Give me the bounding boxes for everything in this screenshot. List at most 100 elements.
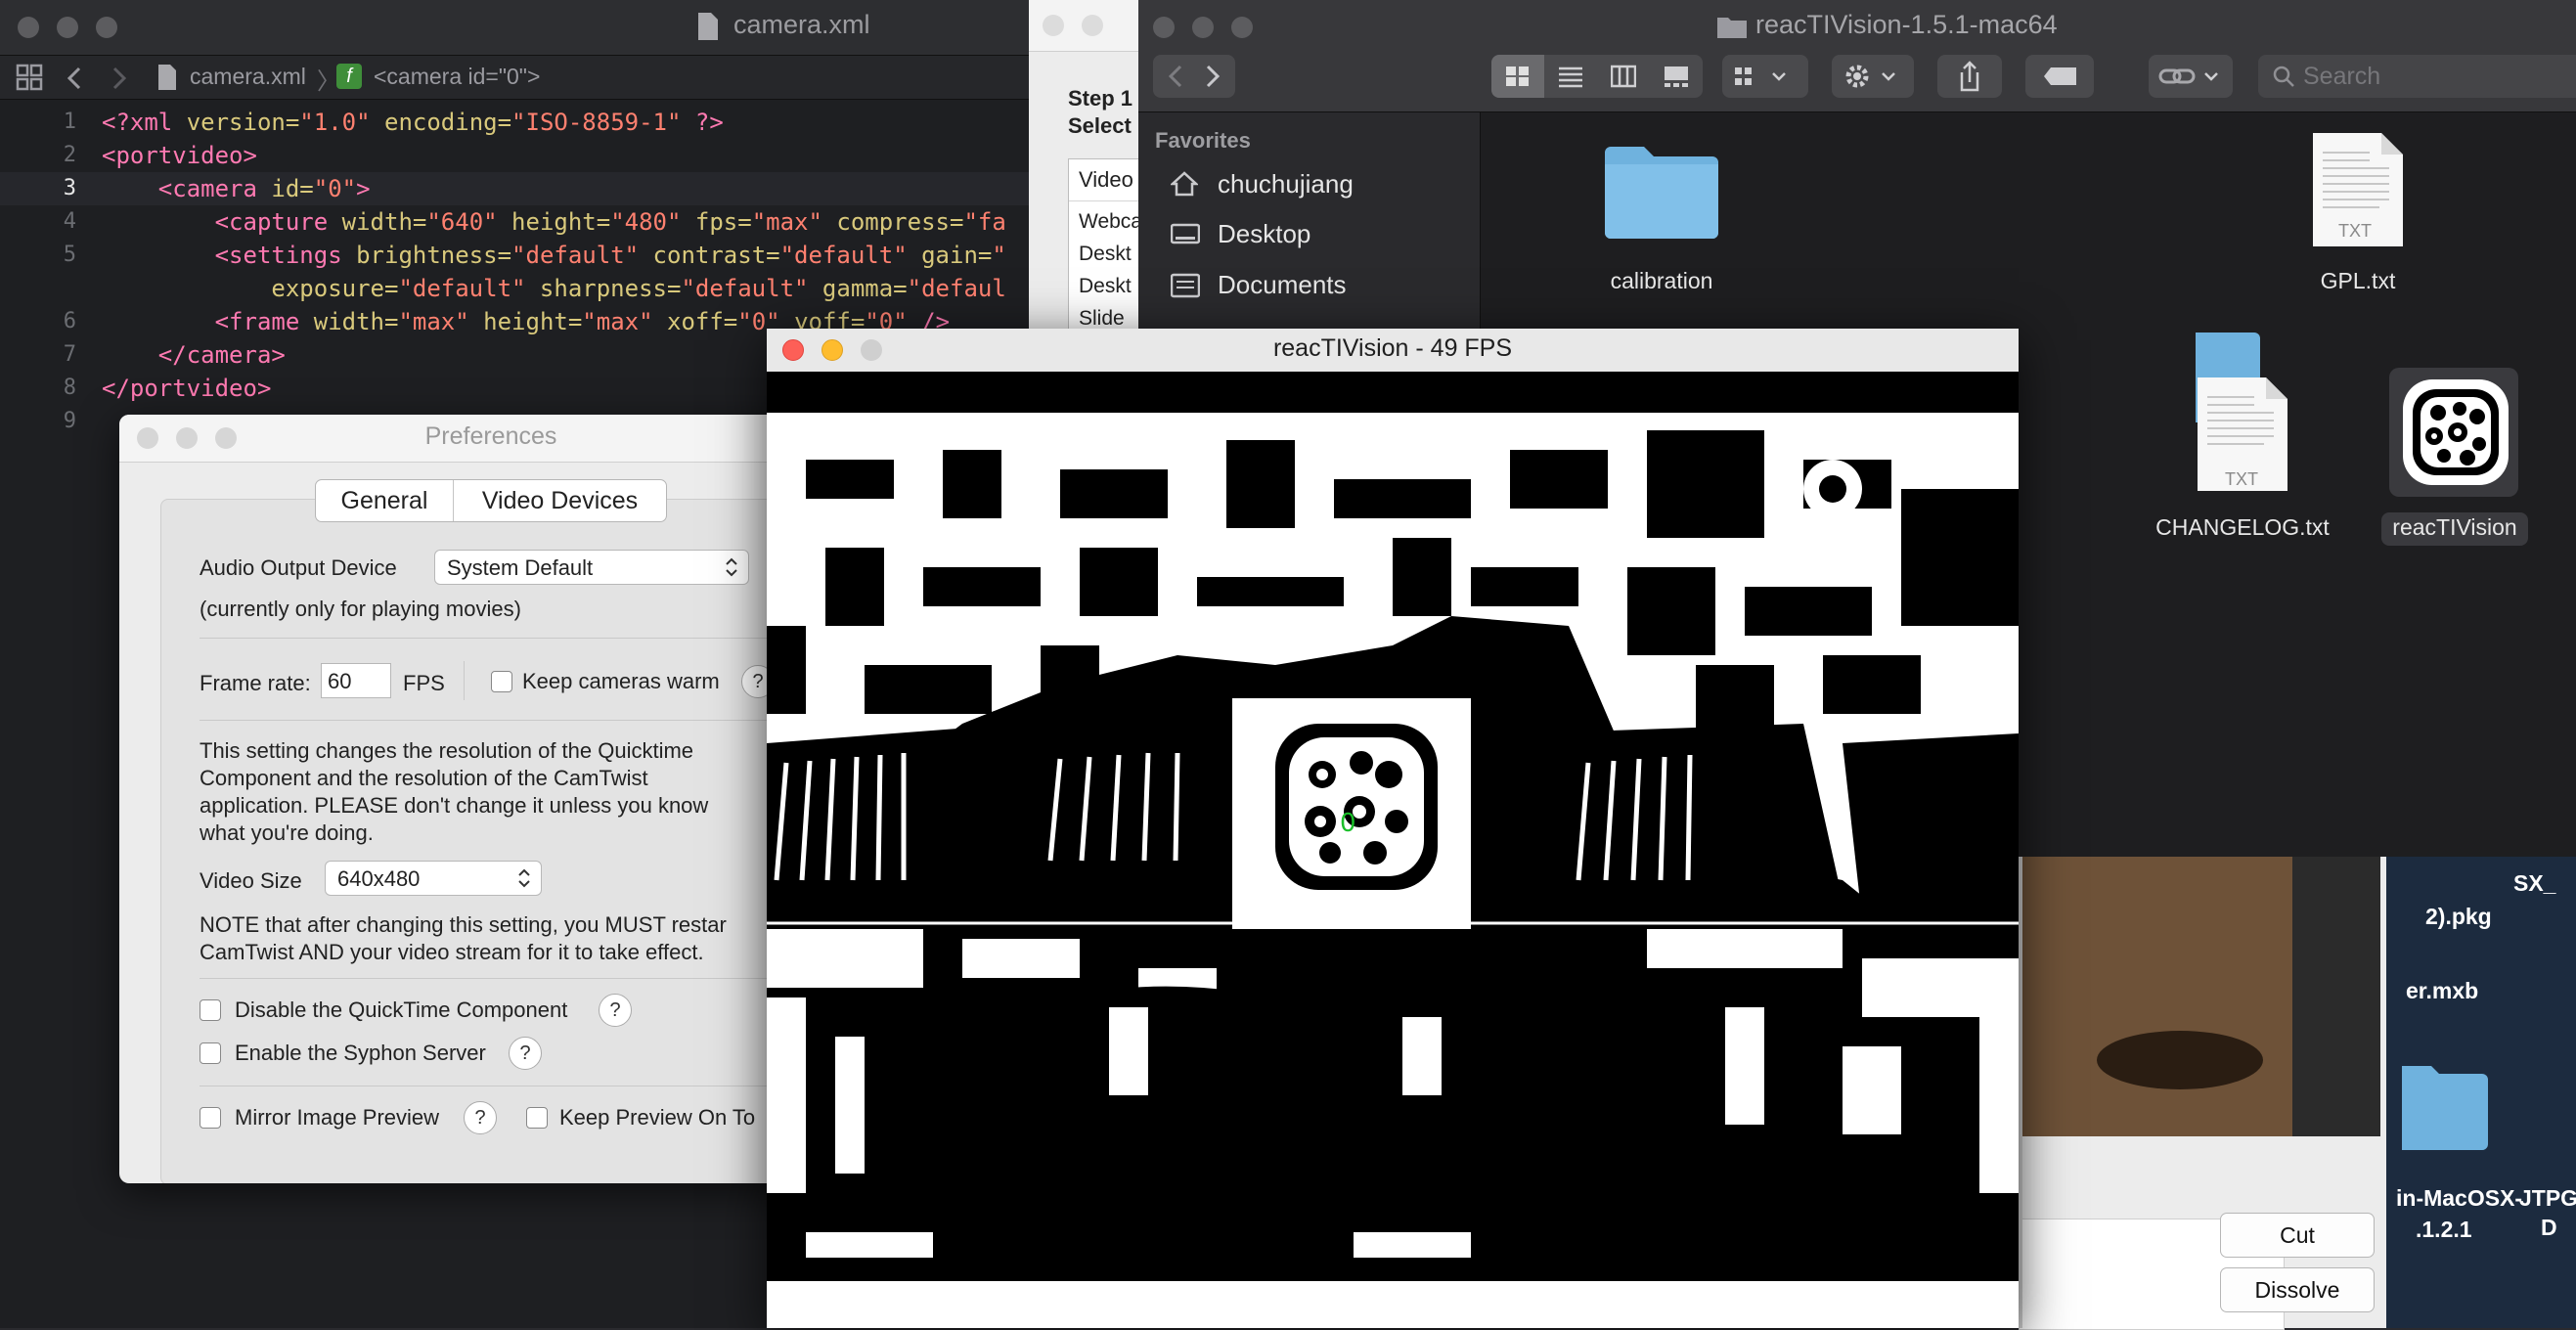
code-token: <portvideo> (102, 142, 257, 169)
code-token: "max" (751, 208, 822, 236)
desktop-file-label[interactable]: 2).pkg (2425, 904, 2492, 930)
desktop-background: SX_ 2).pkg er.mxb in-MacOSX- .1.2.1 JTPG… (2386, 857, 2576, 1328)
code-token: "1.0" (299, 109, 371, 136)
help-button[interactable]: ? (509, 1037, 542, 1070)
preferences-titlebar: Preferences (119, 415, 794, 463)
frame-rate-input[interactable]: 60 (321, 663, 391, 698)
grid-icon[interactable] (16, 64, 43, 91)
code-token: sharpness= (525, 275, 682, 302)
line-number: 5 (63, 243, 76, 267)
list-item[interactable]: Slide (1079, 307, 1125, 331)
action-button[interactable] (1832, 55, 1914, 98)
chevron-right-icon[interactable] (110, 66, 129, 91)
close-button[interactable] (18, 17, 39, 38)
help-button[interactable]: ? (599, 994, 632, 1027)
code-text: <camera id="0"> (102, 172, 371, 205)
select-heading: Select (1068, 113, 1132, 138)
list-view-icon[interactable] (1558, 65, 1583, 88)
disable-quicktime-checkbox[interactable] (200, 999, 221, 1021)
dissolve-button[interactable]: Dissolve (2220, 1267, 2375, 1312)
sidebar-item-documents[interactable]: Documents (1218, 270, 1347, 300)
connect-button[interactable] (2149, 55, 2233, 98)
desktop-file-label[interactable]: .1.2.1 (2416, 1217, 2472, 1243)
zoom-button[interactable] (1231, 17, 1253, 38)
column-view-icon[interactable] (1611, 65, 1636, 88)
gallery-view-icon[interactable] (1664, 65, 1689, 88)
code-token: brightness= (356, 242, 512, 269)
desktop-file-label[interactable]: JTPG (2519, 1185, 2576, 1212)
code-token: "max" (398, 308, 469, 335)
code-token: contrast= (639, 242, 780, 269)
audio-note: (currently only for playing movies) (200, 597, 521, 621)
step-titlebar (1029, 0, 1138, 52)
folder-icon[interactable] (2402, 1058, 2490, 1152)
sidebar-item-desktop[interactable]: Desktop (1218, 219, 1310, 249)
zoom-button[interactable] (96, 17, 117, 38)
code-token: encoding= (370, 109, 512, 136)
mirror-preview-checkbox[interactable] (200, 1107, 221, 1129)
desktop-file-label[interactable]: er.mxb (2406, 978, 2478, 1004)
share-button[interactable] (1937, 55, 2002, 98)
code-token: ?> (681, 109, 724, 136)
close-button[interactable] (1043, 15, 1064, 36)
minimize-button[interactable] (1192, 17, 1214, 38)
keep-preview-on-top-checkbox[interactable] (526, 1107, 548, 1129)
preview-shape (2097, 1031, 2263, 1089)
fiducial-id-label: 0 (1340, 809, 1356, 838)
documents-icon (1171, 273, 1200, 298)
file-name-reactivision[interactable]: reacTIVision (2357, 514, 2553, 541)
link-icon (2158, 68, 2218, 84)
code-token: "480" (610, 208, 682, 236)
file-name-gpl[interactable]: GPL.txt (2260, 268, 2456, 294)
desktop-file-label[interactable]: in-MacOSX- (2396, 1185, 2522, 1212)
file-name-changelog[interactable]: CHANGELOG.txt (2145, 514, 2340, 541)
tab-video-devices[interactable]: Video Devices (454, 480, 666, 521)
reactivision-app-icon[interactable] (2399, 376, 2512, 489)
line-number: 1 (63, 110, 76, 134)
audio-output-select[interactable]: System Default (434, 550, 749, 585)
line-number: 7 (63, 342, 76, 367)
list-item[interactable]: Deskt (1079, 275, 1132, 298)
group-by-button[interactable] (1722, 55, 1808, 98)
close-button[interactable] (1153, 17, 1175, 38)
syphon-server-checkbox[interactable] (200, 1042, 221, 1064)
keep-warm-checkbox[interactable] (491, 671, 512, 692)
desktop-file-label[interactable]: D (2541, 1215, 2557, 1241)
minimize-button[interactable] (1082, 15, 1103, 36)
line-number: 6 (63, 309, 76, 333)
tag-button[interactable] (2025, 55, 2094, 98)
code-token: "default" (398, 275, 526, 302)
search-field[interactable]: Search (2258, 55, 2576, 98)
breadcrumb-file[interactable]: camera.xml (190, 64, 306, 90)
list-header: Video (1069, 159, 1138, 201)
folder-icon (1717, 18, 1747, 38)
chevron-left-icon[interactable] (1167, 65, 1184, 88)
code-token: "640" (426, 208, 498, 236)
camera-threshold-view[interactable]: 0 (767, 372, 2019, 1328)
sidebar-item-home[interactable]: chuchujiang (1218, 169, 1354, 200)
xcode-title: camera.xml (733, 10, 870, 39)
help-button[interactable]: ? (464, 1101, 497, 1134)
list-header-label: Video (1079, 167, 1133, 192)
divider (200, 638, 786, 639)
desktop-icon (1171, 223, 1200, 244)
cut-button[interactable]: Cut (2220, 1213, 2375, 1258)
list-item[interactable]: Webca (1079, 210, 1138, 234)
minimize-button[interactable] (57, 17, 78, 38)
chevron-right-icon[interactable] (1204, 65, 1221, 88)
chevron-left-icon[interactable] (65, 66, 84, 91)
video-size-select[interactable]: 640x480 (325, 861, 542, 896)
home-icon (1171, 171, 1198, 197)
code-token: "defaul (907, 275, 1006, 302)
frame-rate-label: Frame rate: (200, 671, 311, 695)
tab-general[interactable]: General (316, 480, 454, 521)
file-name-calibration[interactable]: calibration (1564, 268, 1759, 294)
list-item[interactable]: Deskt (1079, 243, 1132, 266)
folder-icon[interactable] (1603, 143, 1720, 239)
step-heading: Step 1 (1068, 86, 1133, 111)
code-text: </camera> (102, 338, 286, 372)
fps-label: FPS (403, 671, 445, 695)
breadcrumb-element[interactable]: <camera id="0"> (374, 64, 540, 90)
desktop-file-label[interactable]: SX_ (2513, 870, 2555, 897)
